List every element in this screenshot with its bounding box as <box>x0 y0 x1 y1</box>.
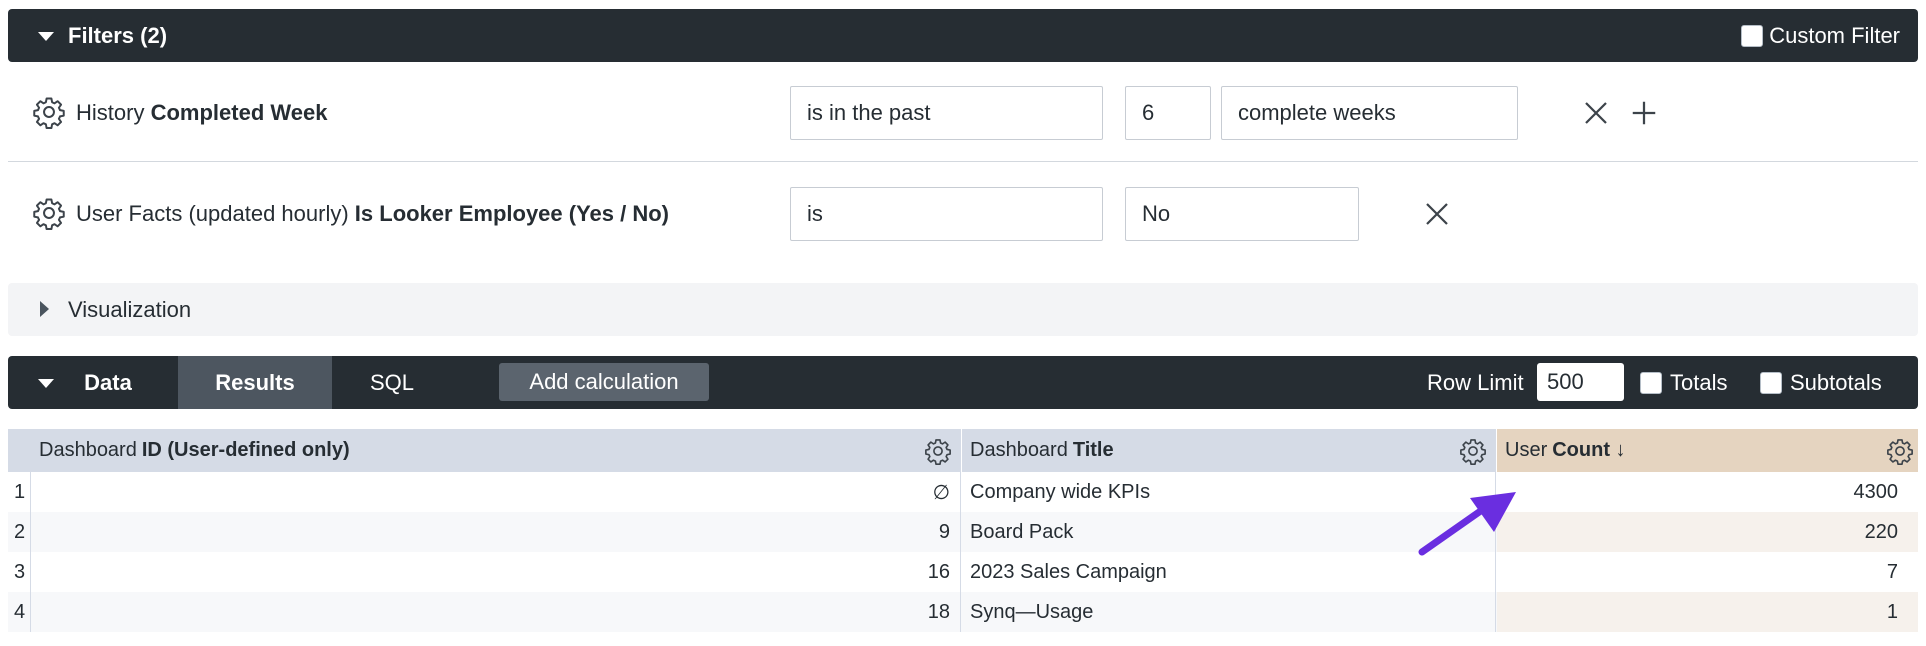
subtotals-toggle[interactable]: Subtotals <box>1760 370 1882 396</box>
user-count-cell: 4300 <box>1853 480 1899 503</box>
close-icon[interactable] <box>1581 98 1611 128</box>
gear-icon[interactable] <box>32 196 66 230</box>
filters-title: Filters (2) <box>68 23 168 48</box>
close-icon[interactable] <box>1422 199 1452 229</box>
gear-icon[interactable] <box>1886 437 1914 465</box>
expand-caret-icon[interactable] <box>40 301 49 317</box>
annotation-arrow-icon <box>1418 492 1516 556</box>
user-count-cell: 1 <box>1497 592 1918 632</box>
row-number: 2 <box>14 520 26 543</box>
filter-row-completed-week: History Completed Week is in the past 6 … <box>8 62 1918 162</box>
table-row: 4 18 Synq—Usage 1 <box>8 592 1918 632</box>
totals-checkbox[interactable] <box>1640 372 1662 394</box>
tab-sql[interactable]: SQL <box>332 356 452 409</box>
dashboard-id-cell: 18 <box>927 600 950 623</box>
visualization-title: Visualization <box>68 297 192 322</box>
table-row: 3 16 2023 Sales Campaign 7 <box>8 552 1918 592</box>
column-header-dashboard-title[interactable]: Dashboard Title <box>962 429 1495 472</box>
column-header-dashboard-id[interactable]: Dashboard ID (User-defined only) <box>31 429 960 472</box>
row-limit-label: Row Limit <box>1427 370 1524 395</box>
dashboard-id-cell: 9 <box>938 520 950 543</box>
column-header-user-count[interactable]: User Count ↓ <box>1497 429 1918 472</box>
filter-unit-select[interactable]: complete weeks <box>1221 86 1518 140</box>
tab-results[interactable]: Results <box>178 356 332 409</box>
column-divider <box>960 429 961 632</box>
totals-label: Totals <box>1670 370 1728 395</box>
filters-header[interactable]: Filters (2) Custom Filter <box>8 9 1918 62</box>
subtotals-label: Subtotals <box>1790 370 1882 395</box>
filter-field-label: User Facts (updated hourly) Is Looker Em… <box>76 201 670 226</box>
gear-icon[interactable] <box>32 95 66 129</box>
subtotals-checkbox[interactable] <box>1760 372 1782 394</box>
dashboard-id-cell: ∅ <box>932 481 950 504</box>
column-divider <box>30 429 31 632</box>
row-number: 3 <box>14 560 26 583</box>
totals-toggle[interactable]: Totals <box>1640 370 1727 396</box>
data-header: Data Results SQL Add calculation Row Lim… <box>8 356 1918 409</box>
collapse-caret-icon[interactable] <box>38 379 54 388</box>
custom-filter-label: Custom Filter <box>1769 23 1900 48</box>
dashboard-title-cell: Synq—Usage <box>970 600 1094 623</box>
table-row: 1 ∅ Company wide KPIs 4300 <box>8 472 1918 512</box>
dashboard-id-cell: 16 <box>927 560 950 583</box>
filter-value-input[interactable]: 6 <box>1125 86 1211 140</box>
custom-filter-toggle[interactable]: Custom Filter <box>1741 23 1900 49</box>
table-row: 2 9 Board Pack 220 <box>8 512 1918 552</box>
custom-filter-checkbox[interactable] <box>1741 25 1764 47</box>
row-limit-input[interactable]: 500 <box>1537 363 1624 401</box>
user-count-cell: 220 <box>1497 512 1918 552</box>
filter-operator-select[interactable]: is in the past <box>790 86 1103 140</box>
gear-icon[interactable] <box>924 437 952 465</box>
row-number: 4 <box>14 600 26 623</box>
collapse-caret-icon[interactable] <box>38 32 54 41</box>
filter-row-looker-employee: User Facts (updated hourly) Is Looker Em… <box>8 163 1918 263</box>
filter-operator-select[interactable]: is <box>790 187 1103 241</box>
add-calculation-button[interactable]: Add calculation <box>499 363 709 401</box>
gear-icon[interactable] <box>1459 437 1487 465</box>
row-number-header <box>8 429 31 472</box>
filter-field-label: History Completed Week <box>76 100 328 125</box>
tab-data[interactable]: Data <box>8 356 178 409</box>
user-count-cell: 7 <box>1886 560 1898 583</box>
row-number: 1 <box>14 480 26 503</box>
add-icon[interactable] <box>1629 98 1659 128</box>
filter-value-select[interactable]: No <box>1125 187 1359 241</box>
visualization-header[interactable]: Visualization <box>8 283 1918 336</box>
